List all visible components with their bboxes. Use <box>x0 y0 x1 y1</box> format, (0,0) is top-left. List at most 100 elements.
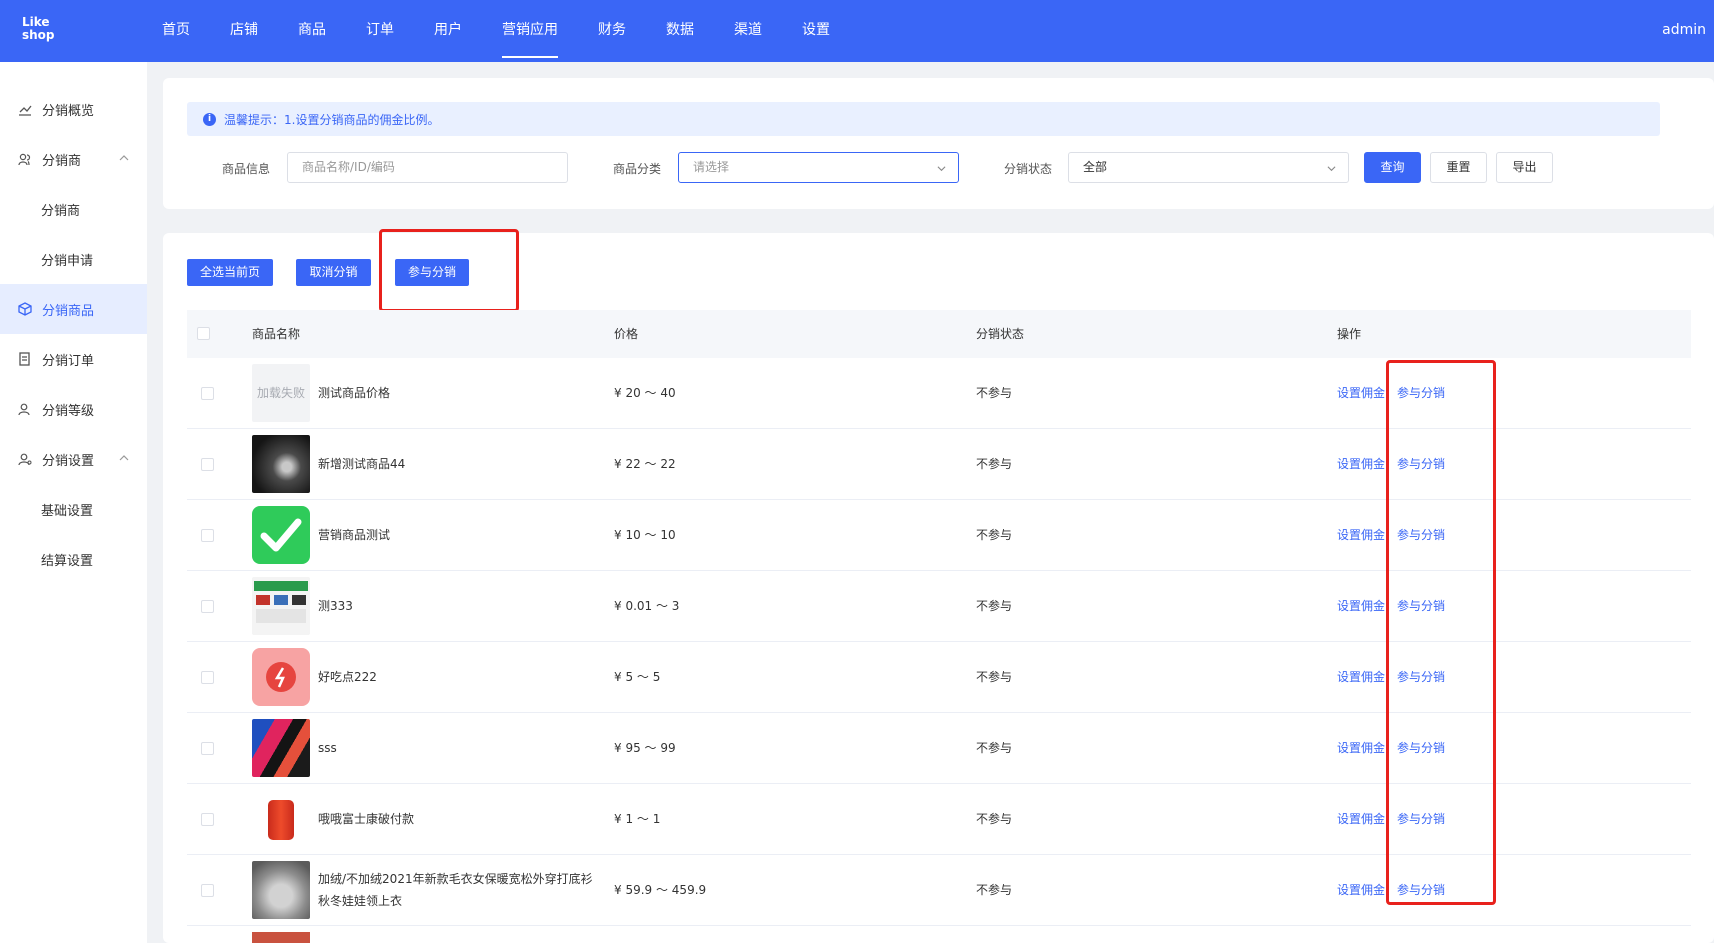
filter-card <box>163 78 1714 209</box>
sidebar-item-label: 结算设置 <box>41 553 94 569</box>
sidebar-item[interactable]: 分销申请 <box>0 234 147 284</box>
set-commission-link[interactable]: 设置佣金 <box>1337 571 1387 642</box>
set-commission-link[interactable]: 设置佣金 <box>1337 855 1387 926</box>
nav-item[interactable]: 商品 <box>284 0 340 62</box>
sidebar-item[interactable]: 分销商 <box>0 184 147 234</box>
nav-item[interactable]: 数据 <box>652 0 708 62</box>
chart-line-icon <box>19 105 32 116</box>
next-row-thumb <box>252 932 310 943</box>
select-page-button[interactable]: 全选当前页 <box>187 259 273 286</box>
highlight-box-toolbar <box>379 229 519 312</box>
row-checkbox[interactable] <box>201 600 214 613</box>
select-all-checkbox[interactable] <box>197 327 210 340</box>
sidebar-item[interactable]: 基础设置 <box>0 484 147 534</box>
sidebar-item-label: 分销商品 <box>42 303 95 319</box>
product-image <box>252 790 310 848</box>
product-image <box>252 435 310 493</box>
product-name: 加绒/不加绒2021年新款毛衣女保暖宽松外穿打底衫秋冬娃娃领上衣 <box>318 872 593 908</box>
sidebar-item[interactable]: 分销商品 <box>0 284 147 334</box>
main-nav: 首页 店铺 商品 订单 用户 营销应用 财务 数据 渠道 设置 <box>148 0 856 62</box>
info-icon: i <box>203 112 216 126</box>
logo[interactable]: Like shop <box>22 16 62 42</box>
row-checkbox[interactable] <box>201 671 214 684</box>
row-checkbox[interactable] <box>201 458 214 471</box>
cancel-distribution-button[interactable]: 取消分销 <box>296 259 371 286</box>
category-label: 商品分类 <box>613 162 662 176</box>
sidebar-item[interactable]: 分销设置 <box>0 434 147 484</box>
sidebar-item-label: 分销概览 <box>42 103 95 119</box>
status-label: 分销状态 <box>1004 162 1053 176</box>
sidebar-item[interactable]: 分销概览 <box>0 84 147 134</box>
chevron-down-icon <box>937 166 946 172</box>
set-commission-link[interactable]: 设置佣金 <box>1337 500 1387 571</box>
checkmark-icon <box>260 518 302 552</box>
header-price: 价格 <box>614 327 639 341</box>
product-name: sss <box>318 741 337 755</box>
product-price: ¥ 20 ～ 40 <box>614 386 676 400</box>
sidebar-item-label: 分销商 <box>42 153 82 169</box>
chevron-up-icon <box>119 155 129 161</box>
top-navbar: Like shop 首页 店铺 商品 订单 用户 营销应用 财务 数据 渠道 设置 admin <box>0 0 1714 62</box>
nav-item[interactable]: 首页 <box>148 0 204 62</box>
sidebar-item-label: 分销商 <box>41 203 81 219</box>
product-price: ¥ 0.01 ～ 3 <box>614 599 680 613</box>
nav-item[interactable]: 设置 <box>788 0 844 62</box>
sidebar-item[interactable]: 分销商 <box>0 134 147 184</box>
chevron-up-icon <box>119 455 129 461</box>
product-name: 测试商品价格 <box>318 386 391 400</box>
nav-item[interactable]: 店铺 <box>216 0 272 62</box>
distribution-status: 不参与 <box>976 386 1013 400</box>
row-checkbox[interactable] <box>201 529 214 542</box>
highlight-box-actions <box>1386 360 1496 905</box>
user-setting-icon <box>18 453 32 466</box>
distribution-status: 不参与 <box>976 599 1013 613</box>
set-commission-link[interactable]: 设置佣金 <box>1337 642 1387 713</box>
sidebar-item[interactable]: 分销等级 <box>0 384 147 434</box>
sidebar-item-label: 基础设置 <box>41 503 94 519</box>
tip-text: 温馨提示：1.设置分销商品的佣金比例。 <box>224 112 440 127</box>
product-price: ¥ 10 ～ 10 <box>614 528 676 542</box>
set-commission-link[interactable]: 设置佣金 <box>1337 429 1387 500</box>
status-value: 全部 <box>1083 160 1108 174</box>
category-placeholder: 请选择 <box>693 160 730 174</box>
sidebar-item[interactable]: 分销订单 <box>0 334 147 384</box>
reset-button[interactable]: 重置 <box>1430 152 1487 183</box>
product-name: 营销商品测试 <box>318 528 391 542</box>
category-select[interactable]: 请选择 <box>678 152 959 183</box>
nav-item[interactable]: 营销应用 <box>488 0 572 62</box>
user-level-icon <box>18 403 30 416</box>
query-button[interactable]: 查询 <box>1364 152 1421 183</box>
status-select[interactable]: 全部 <box>1068 152 1349 183</box>
product-price: ¥ 22 ～ 22 <box>614 457 676 471</box>
user-name[interactable]: admin <box>1662 0 1706 60</box>
nav-item[interactable]: 渠道 <box>720 0 776 62</box>
distribution-status: 不参与 <box>976 883 1013 897</box>
distribution-status: 不参与 <box>976 528 1013 542</box>
row-checkbox[interactable] <box>201 742 214 755</box>
product-name: 新增测试商品44 <box>318 457 406 471</box>
product-info-input[interactable]: 商品名称/ID/编码 <box>287 152 568 183</box>
table-header: 商品名称 价格 分销状态 操作 <box>187 310 1691 358</box>
sidebar-item-label: 分销等级 <box>42 403 95 419</box>
distribution-status: 不参与 <box>976 741 1013 755</box>
alarm-icon <box>274 667 285 688</box>
product-price: ¥ 59.9 ～ 459.9 <box>614 883 707 897</box>
row-checkbox[interactable] <box>201 813 214 826</box>
product-price: ¥ 1 ～ 1 <box>614 812 661 826</box>
set-commission-link[interactable]: 设置佣金 <box>1337 358 1387 429</box>
nav-item[interactable]: 订单 <box>352 0 408 62</box>
product-image <box>252 577 310 635</box>
product-name: 测333 <box>318 599 353 613</box>
product-price: ¥ 95 ～ 99 <box>614 741 676 755</box>
export-button[interactable]: 导出 <box>1496 152 1553 183</box>
set-commission-link[interactable]: 设置佣金 <box>1337 784 1387 855</box>
set-commission-link[interactable]: 设置佣金 <box>1337 713 1387 784</box>
distribution-status: 不参与 <box>976 812 1013 826</box>
nav-item[interactable]: 用户 <box>420 0 476 62</box>
row-checkbox[interactable] <box>201 884 214 897</box>
nav-item[interactable]: 财务 <box>584 0 640 62</box>
product-image <box>252 506 310 564</box>
sidebar-item[interactable]: 结算设置 <box>0 534 147 584</box>
product-image <box>252 719 310 777</box>
row-checkbox[interactable] <box>201 387 214 400</box>
